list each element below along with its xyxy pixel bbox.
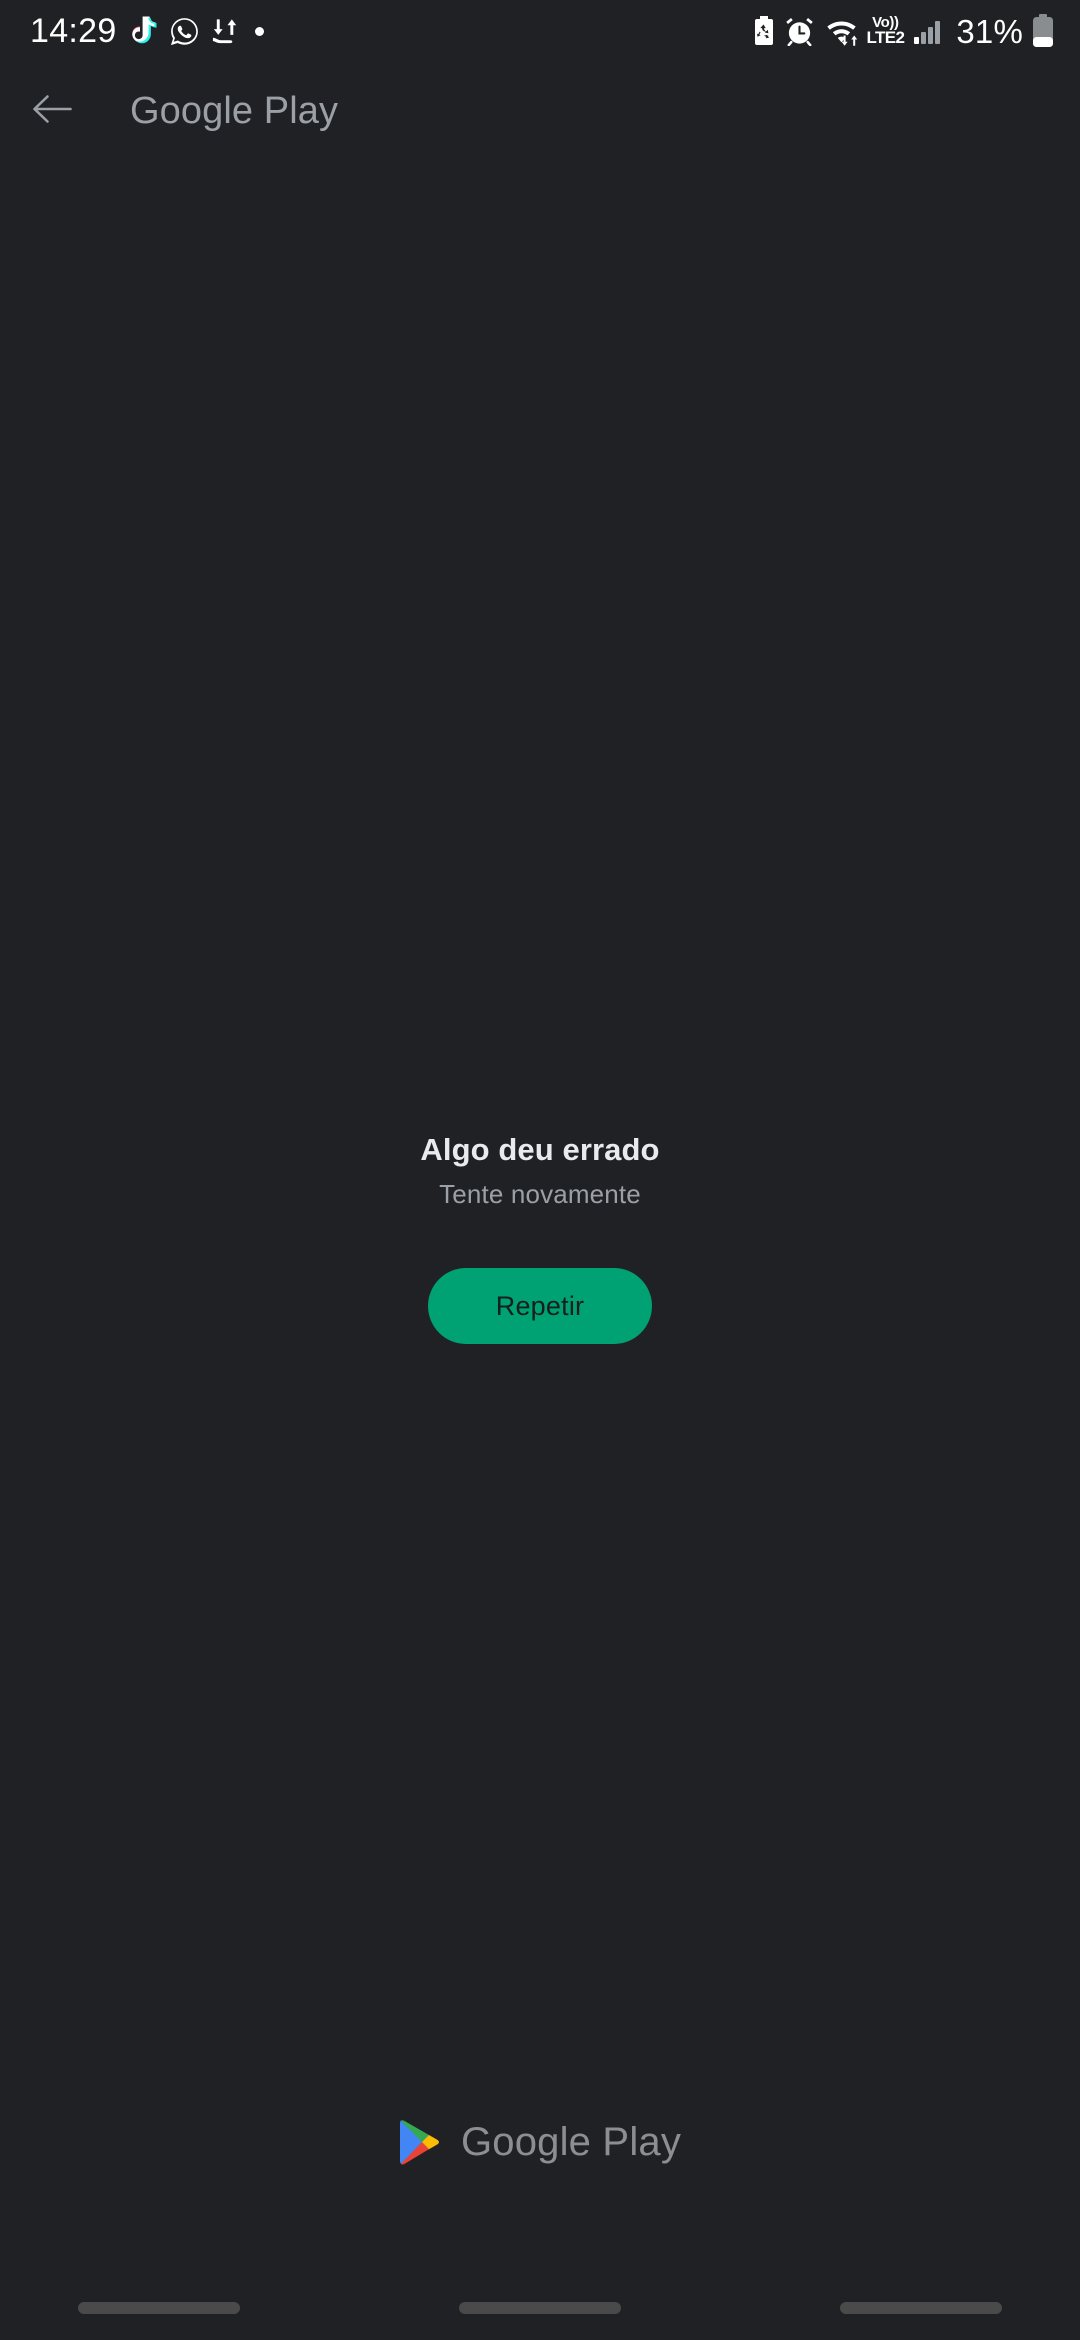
footer-logo-text: Google Play: [460, 2119, 682, 2164]
phone-screen: 14:29 Vo)) LTE2 31% Google Play Algo deu…: [0, 0, 1080, 2340]
status-bar: 14:29 Vo)) LTE2 31%: [0, 0, 1080, 62]
back-button[interactable]: [4, 63, 100, 159]
arrow-back-icon: [30, 89, 74, 134]
nav-home-button[interactable]: [459, 2302, 621, 2314]
error-subtitle: Tente novamente: [439, 1179, 641, 1209]
alarm-icon: [785, 16, 814, 46]
status-clock: 14:29: [30, 12, 117, 50]
nav-recents-button[interactable]: [78, 2302, 240, 2314]
notification-dot-icon: [254, 26, 264, 36]
nav-back-button[interactable]: [840, 2302, 1002, 2314]
google-play-logo-icon: [399, 2118, 443, 2166]
status-bar-left-group: 14:29: [30, 14, 264, 48]
tiktok-icon: [128, 15, 158, 47]
status-bar-right-group: Vo)) LTE2 31%: [752, 14, 1054, 48]
error-title: Algo deu errado: [420, 1132, 660, 1167]
app-bar: Google Play: [0, 62, 1080, 160]
data-transfer-icon: [211, 16, 242, 46]
error-state: Algo deu errado Tente novamente Repetir: [0, 1132, 1080, 1344]
volte-icon: Vo)) LTE2: [866, 14, 905, 48]
whatsapp-icon: [169, 16, 200, 47]
footer-branding: Google Play: [0, 2118, 1080, 2166]
page-title: Google Play: [130, 89, 339, 132]
signal-bars-icon: [913, 16, 943, 46]
retry-button[interactable]: Repetir: [428, 1268, 652, 1344]
battery-saver-icon: [752, 15, 776, 47]
battery-icon: [1032, 14, 1054, 48]
battery-percent-label: 31%: [956, 12, 1023, 50]
system-nav-bar: [0, 2252, 1080, 2340]
wifi-icon: [823, 16, 859, 47]
